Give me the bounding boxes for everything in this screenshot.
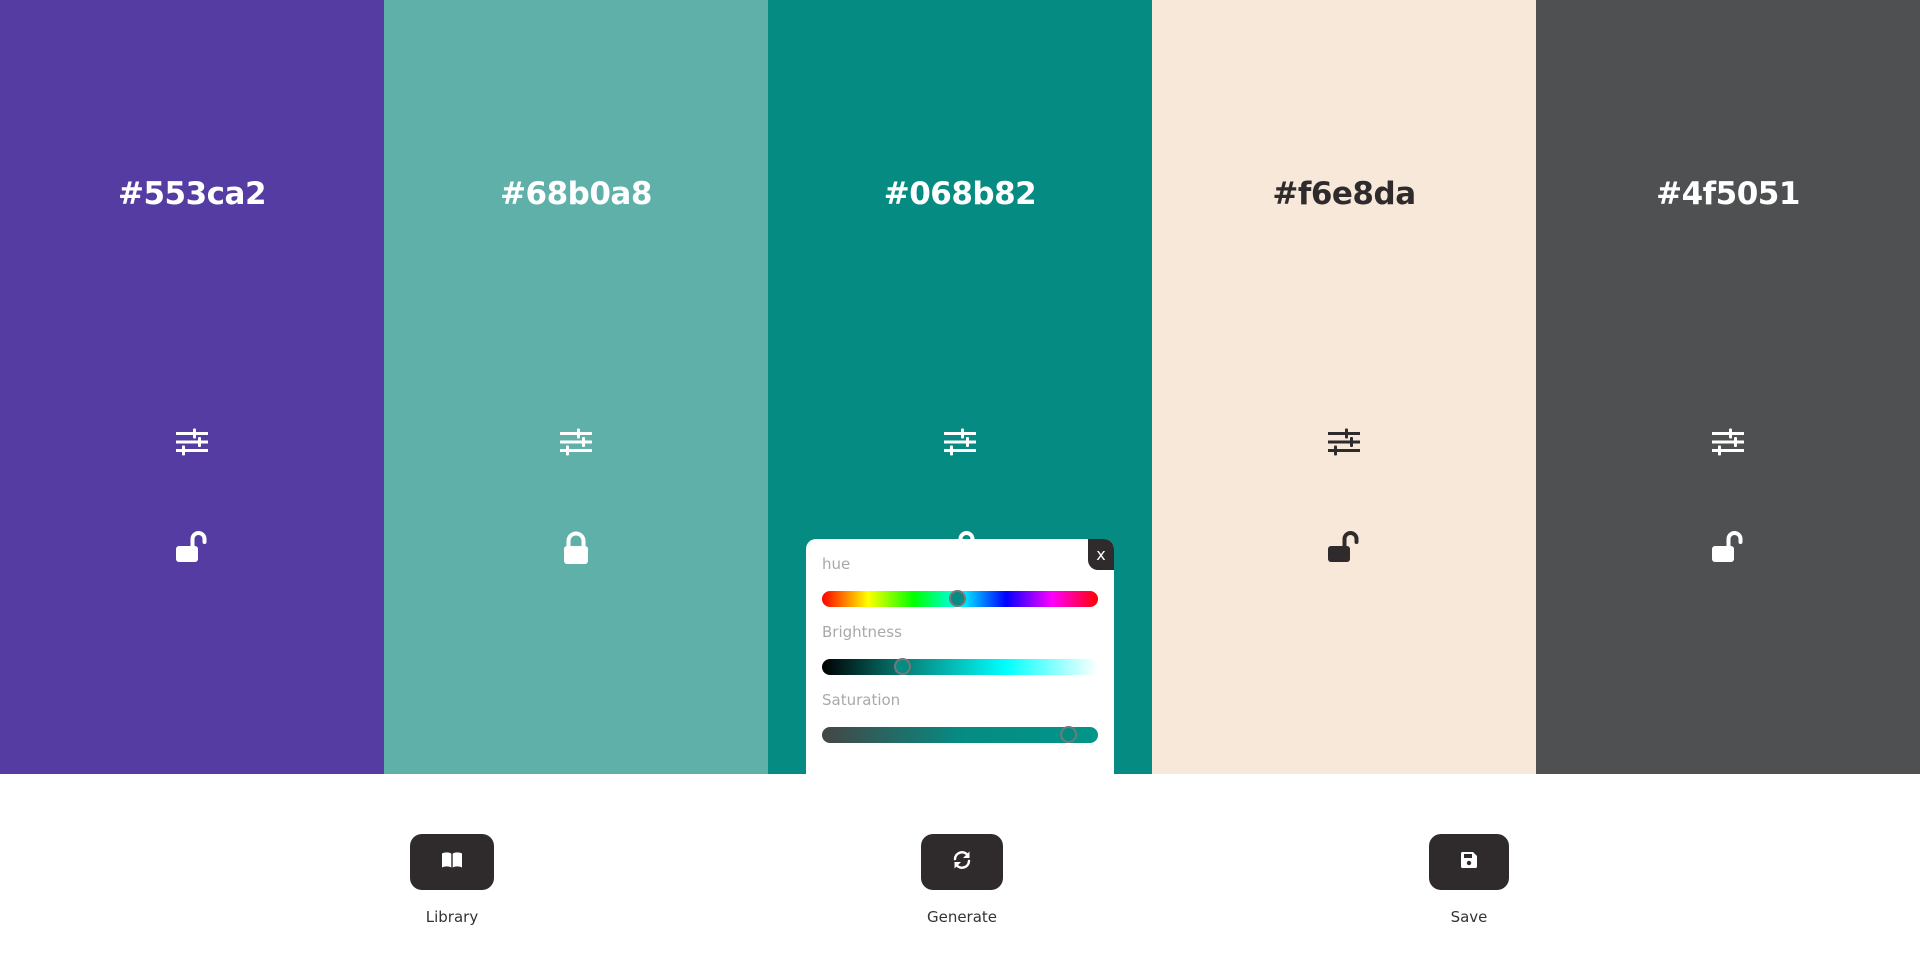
swatch-1: #553ca2 bbox=[0, 0, 384, 774]
close-button[interactable]: x bbox=[1088, 539, 1114, 570]
generate-button[interactable] bbox=[921, 834, 1003, 890]
brightness-slider-thumb[interactable] bbox=[894, 658, 912, 675]
lock-icon[interactable] bbox=[558, 528, 594, 568]
saturation-slider[interactable] bbox=[822, 726, 1098, 743]
book-icon bbox=[441, 851, 463, 873]
refresh-icon bbox=[951, 849, 973, 875]
hex-code[interactable]: #68b0a8 bbox=[384, 176, 768, 212]
save-control: Save bbox=[1389, 834, 1549, 926]
saturation-slider-thumb[interactable] bbox=[1059, 726, 1077, 743]
library-control: Library bbox=[372, 834, 532, 926]
saturation-label: Saturation bbox=[822, 691, 901, 709]
save-button[interactable] bbox=[1429, 834, 1509, 890]
brightness-slider[interactable] bbox=[822, 658, 1098, 675]
library-button[interactable] bbox=[410, 834, 494, 890]
generate-control: Generate bbox=[882, 834, 1042, 926]
hue-slider-thumb[interactable] bbox=[949, 590, 967, 607]
generate-label: Generate bbox=[926, 908, 998, 926]
swatch-5: #4f5051 bbox=[1536, 0, 1920, 774]
hex-code[interactable]: #553ca2 bbox=[0, 176, 384, 212]
hue-slider[interactable] bbox=[822, 590, 1098, 607]
hue-label: hue bbox=[822, 555, 851, 573]
hex-code[interactable]: #4f5051 bbox=[1536, 176, 1920, 212]
control-bar: Library Generate Save bbox=[0, 774, 1920, 969]
swatch-4: #f6e8da bbox=[1152, 0, 1536, 774]
sliders-icon[interactable] bbox=[1710, 426, 1746, 458]
hex-code[interactable]: #f6e8da bbox=[1152, 176, 1536, 212]
unlock-icon[interactable] bbox=[174, 528, 210, 568]
library-label: Library bbox=[425, 908, 479, 926]
swatch-2: #68b0a8 bbox=[384, 0, 768, 774]
sliders-icon[interactable] bbox=[558, 426, 594, 458]
unlock-icon[interactable] bbox=[1326, 528, 1362, 568]
color-adjust-panel: x hue Brightness Saturation bbox=[806, 539, 1114, 774]
brightness-label: Brightness bbox=[822, 623, 902, 641]
save-label: Save bbox=[1450, 908, 1488, 926]
sliders-icon[interactable] bbox=[1326, 426, 1362, 458]
sliders-icon[interactable] bbox=[174, 426, 210, 458]
floppy-disk-icon bbox=[1460, 851, 1478, 873]
sliders-icon[interactable] bbox=[942, 426, 978, 458]
unlock-icon[interactable] bbox=[1710, 528, 1746, 568]
hex-code[interactable]: #068b82 bbox=[768, 176, 1152, 212]
